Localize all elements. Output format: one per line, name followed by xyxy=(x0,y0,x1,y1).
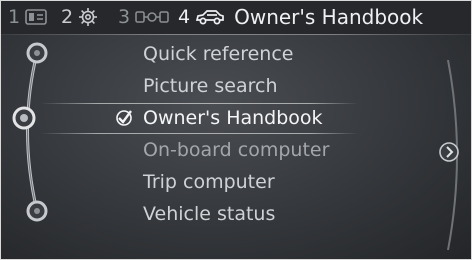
selection-bottom-line xyxy=(40,133,358,134)
tab-3[interactable]: 3 xyxy=(118,5,169,29)
tab-3-number: 3 xyxy=(118,6,131,28)
tab-2-number: 2 xyxy=(61,6,74,28)
connectivity-icon xyxy=(135,9,169,25)
idrive-screen: 1 2 3 4 Owner's Handbook Quick reference… xyxy=(0,0,472,260)
settings-icon xyxy=(78,7,98,27)
tab-4-number: 4 xyxy=(178,6,191,28)
menu-item-vehicle-status[interactable]: Vehicle status xyxy=(143,200,275,228)
chevron-right-icon[interactable] xyxy=(438,141,460,163)
menu-item-on-board-computer[interactable]: On-board computer xyxy=(143,136,329,164)
checkmark-icon xyxy=(114,108,134,128)
menu-position-rail xyxy=(0,35,80,245)
tab-4[interactable]: 4 Owner's Handbook xyxy=(178,5,423,29)
menu-item-trip-computer[interactable]: Trip computer xyxy=(143,168,275,196)
vehicle-icon xyxy=(195,8,225,26)
menu-item-quick-reference[interactable]: Quick reference xyxy=(143,40,294,68)
top-tab-bar: 1 2 3 4 Owner's Handbook xyxy=(0,0,472,34)
tab-1[interactable]: 1 xyxy=(8,5,47,29)
menu-item-owners-handbook[interactable]: Owner's Handbook xyxy=(143,104,323,132)
tab-1-number: 1 xyxy=(8,6,21,28)
media-icon xyxy=(25,9,47,25)
tab-2[interactable]: 2 xyxy=(61,5,98,29)
menu-item-picture-search[interactable]: Picture search xyxy=(143,72,278,100)
active-tab-title: Owner's Handbook xyxy=(234,5,424,29)
